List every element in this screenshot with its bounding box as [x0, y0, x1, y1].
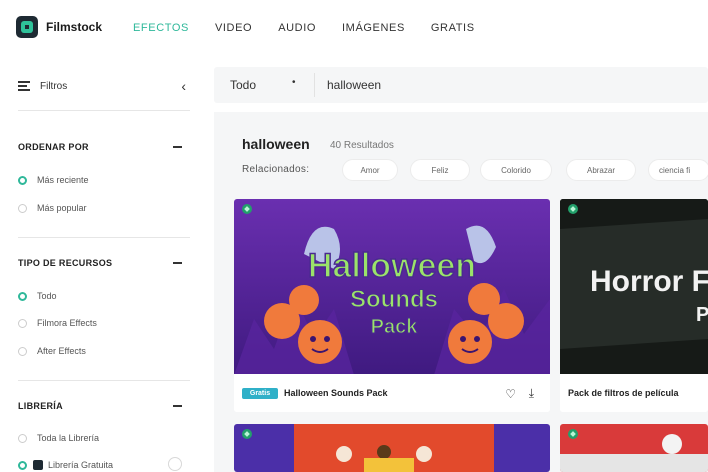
radio-icon: [18, 203, 27, 213]
effect-card[interactable]: Halloween Sounds Pack Gratis Halloween S…: [234, 199, 550, 412]
radio-label: Toda la Librería: [37, 433, 100, 443]
nav-imagenes[interactable]: IMÁGENES: [342, 22, 405, 34]
related-tag[interactable]: Colorido: [480, 159, 552, 181]
card-footer: Gratis Halloween Sounds Pack ♡ ⤓: [234, 374, 550, 412]
thumb-text: Horror F: [590, 265, 708, 298]
radio-checked-icon: [18, 175, 27, 185]
premium-diamond-icon: [568, 204, 578, 214]
radio-label: Filmora Effects: [37, 318, 97, 328]
info-toggle[interactable]: [168, 457, 182, 471]
section-title-sort: ORDENAR POR: [18, 142, 89, 152]
radio-icon: [18, 346, 27, 356]
divider: [18, 380, 190, 381]
premium-diamond-icon: [242, 204, 252, 214]
radio-label: Más reciente: [37, 175, 89, 185]
results-panel: halloween 40 Resultados Relacionados: Am…: [214, 112, 708, 472]
search-input[interactable]: [327, 76, 687, 94]
collapse-minus-icon[interactable]: [173, 405, 182, 407]
section-title-type: TIPO DE RECURSOS: [18, 258, 113, 268]
card-thumbnail: Halloween Sounds Pack: [234, 199, 550, 375]
related-tag[interactable]: Feliz: [410, 159, 470, 181]
radio-icon: [18, 433, 27, 443]
card-thumbnail: [560, 424, 708, 472]
radio-icon: [18, 318, 27, 328]
radio-label: After Effects: [37, 346, 86, 356]
thumb-text: Halloween: [308, 247, 476, 285]
radio-type-filmora[interactable]: Filmora Effects: [18, 316, 97, 330]
effect-card[interactable]: [234, 424, 550, 472]
nav-audio[interactable]: AUDIO: [278, 22, 316, 34]
divider: [18, 237, 190, 238]
top-nav: Filmstock EFECTOS VIDEO AUDIO IMÁGENES G…: [0, 0, 708, 58]
nav-gratis[interactable]: GRATIS: [431, 22, 475, 34]
search-bar: Todo •: [214, 67, 708, 103]
premium-diamond-icon: [242, 429, 252, 439]
collapse-minus-icon[interactable]: [173, 146, 182, 148]
radio-label: Más popular: [37, 203, 87, 213]
thumb-text: Pack: [371, 316, 419, 338]
brand-name: Filmstock: [46, 20, 103, 34]
dropdown-dot-icon[interactable]: •: [292, 77, 296, 88]
heart-icon[interactable]: ♡: [505, 387, 516, 401]
divider: [18, 110, 190, 111]
search-scope-select[interactable]: Todo: [230, 78, 256, 92]
related-label: Relacionados:: [242, 164, 310, 175]
radio-label: Todo: [37, 291, 57, 301]
radio-type-after-effects[interactable]: After Effects: [18, 344, 86, 358]
related-tag[interactable]: Amor: [342, 159, 398, 181]
section-title-library: LIBRERÍA: [18, 401, 63, 411]
radio-library-all[interactable]: Toda la Librería: [18, 431, 99, 445]
free-badge: Gratis: [242, 387, 278, 399]
library-icon: [33, 460, 43, 470]
nav-video[interactable]: VIDEO: [215, 22, 252, 34]
main-nav: EFECTOS VIDEO AUDIO IMÁGENES GRATIS: [133, 22, 501, 34]
filmstock-logo-icon: [16, 16, 38, 38]
collapse-minus-icon[interactable]: [173, 262, 182, 264]
related-tag[interactable]: Abrazar: [566, 159, 636, 181]
thumb-text: Sounds: [350, 286, 438, 313]
filter-sidebar: Filtros ‹ ORDENAR POR Más reciente Más p…: [0, 58, 200, 472]
card-thumbnail: [234, 424, 550, 472]
radio-library-free[interactable]: Librería Gratuita: [18, 458, 113, 472]
premium-diamond-icon: [568, 429, 578, 439]
filters-header: Filtros ‹: [18, 76, 186, 96]
radio-checked-icon: [18, 460, 27, 470]
radio-label: Librería Gratuita: [48, 460, 114, 470]
brand[interactable]: Filmstock: [16, 16, 102, 38]
related-tag[interactable]: ciencia fi: [648, 159, 708, 181]
results-query: halloween: [242, 136, 310, 152]
results-count: 40 Resultados: [330, 140, 394, 151]
card-title[interactable]: Pack de filtros de película: [568, 388, 679, 398]
radio-sort-popular[interactable]: Más popular: [18, 201, 87, 215]
nav-efectos[interactable]: EFECTOS: [133, 22, 189, 34]
download-icon[interactable]: ⤓: [529, 386, 534, 401]
radio-type-all[interactable]: Todo: [18, 289, 57, 303]
filters-label: Filtros: [40, 80, 68, 92]
divider: [314, 73, 315, 97]
effect-card[interactable]: Horror F P Pack de filtros de película: [560, 199, 708, 412]
chevron-left-icon[interactable]: ‹: [181, 78, 186, 94]
card-thumbnail: Horror F P: [560, 199, 708, 375]
sliders-icon: [18, 81, 30, 91]
effect-card[interactable]: [560, 424, 708, 472]
card-title[interactable]: Halloween Sounds Pack: [284, 388, 388, 398]
radio-sort-recent[interactable]: Más reciente: [18, 173, 89, 187]
card-footer: Pack de filtros de película: [560, 374, 708, 412]
thumb-text: P: [696, 304, 708, 326]
radio-checked-icon: [18, 291, 27, 301]
